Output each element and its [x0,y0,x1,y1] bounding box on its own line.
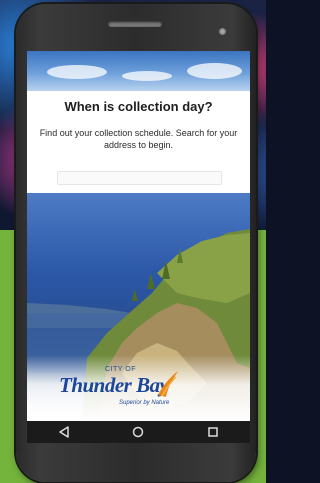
back-button[interactable] [49,421,79,443]
collection-info-card: When is collection day? Find out your co… [27,91,250,193]
front-camera-icon [219,28,226,35]
recents-button[interactable] [198,421,228,443]
logo-city-of: CITY OF [105,366,136,373]
landscape-photo: CITY OF Thunder Bay Superior by Nature [27,193,250,421]
phone-device: When is collection day? Find out your co… [16,4,256,482]
instruction-text: Find out your collection schedule. Searc… [39,128,238,150]
back-triangle-icon [59,426,69,438]
home-button[interactable] [123,421,153,443]
recents-square-icon [208,427,218,437]
android-nav-bar [27,421,250,443]
city-logo: CITY OF Thunder Bay Superior by Nature [27,365,250,417]
logo-tagline: Superior by Nature [119,400,170,406]
app-screen: When is collection day? Find out your co… [27,51,250,421]
earpiece-speaker [108,21,162,27]
address-search-input[interactable] [57,171,222,185]
logo-swoosh-icon [158,371,178,397]
home-circle-icon [133,426,144,438]
page-title: When is collection day? [64,99,213,114]
header-sky-image [27,51,250,91]
